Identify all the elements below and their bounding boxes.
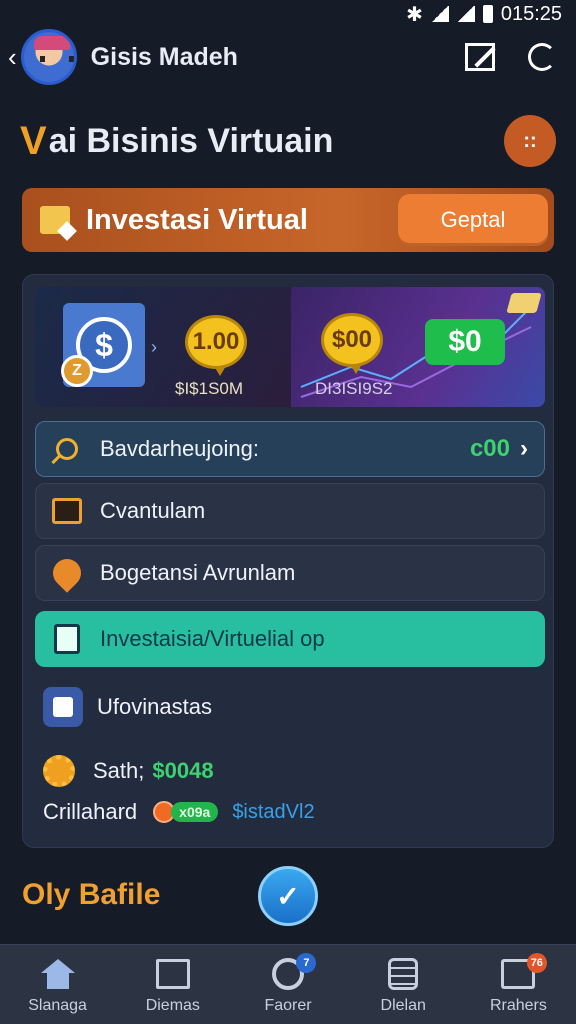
- item-sath[interactable]: Sath; $0048: [43, 755, 214, 787]
- green-amount-badge: $0: [425, 319, 505, 365]
- edit-fab-button[interactable]: ✓: [258, 866, 318, 926]
- hero-left-caption: $I$1S0M: [175, 379, 244, 398]
- mini-badge: x09a: [153, 801, 219, 823]
- back-button[interactable]: ‹: [8, 42, 17, 73]
- hero-left-panel: $ Z › 1.00 $I$1S0M: [35, 287, 291, 407]
- green-pill: x09a: [171, 802, 219, 822]
- item-label: Crillahard: [43, 799, 138, 824]
- section-header: V ai Bisinis Virtuain ::: [20, 112, 556, 170]
- chevron-right-icon: ›: [520, 435, 528, 462]
- nav-item-faorer[interactable]: 7 Faorer: [230, 945, 345, 1024]
- list-item-label: Investaisia/Virtuelial op: [100, 626, 325, 651]
- hero-image: $ Z › 1.00 $I$1S0M $00 $0 DI3ISI9S2: [35, 287, 545, 407]
- item-money: $0048: [152, 758, 214, 783]
- notification-badge: 76: [526, 953, 547, 973]
- flag-icon: [40, 206, 70, 234]
- footer-title: Oly Bafile: [22, 878, 161, 911]
- list-item-label: Bavdarheujoing:: [100, 436, 260, 461]
- investasi-banner[interactable]: Investasi Virtual Geptal: [22, 188, 554, 252]
- nav-label: Dlelan: [380, 996, 426, 1014]
- nav-item-diemas[interactable]: Diemas: [115, 945, 230, 1024]
- mini-coin-icon: Z: [61, 355, 93, 387]
- bluetooth-icon: ✱: [406, 3, 423, 26]
- blue-tag: $istadVl2: [232, 800, 315, 823]
- avatar[interactable]: [20, 29, 77, 85]
- list-item-label: Cvantulam: [100, 498, 206, 523]
- list-item-bavdarheujoing[interactable]: Bavdarheujoing: c00 ›: [35, 421, 545, 477]
- item-label: Sath;: [93, 758, 145, 783]
- nav-label: Diemas: [145, 996, 200, 1014]
- nav-item-dlelan[interactable]: Dlelan: [346, 945, 461, 1024]
- signal-icon: [430, 6, 449, 22]
- section-title: ai Bisinis Virtuain: [48, 121, 334, 160]
- app-bar: ‹ Gisis Madeh: [0, 24, 576, 90]
- document-icon: [54, 624, 80, 654]
- section-title-prefix: V: [20, 118, 47, 163]
- hero-right-caption: DI3ISI9S2: [315, 379, 393, 398]
- nav-item-home[interactable]: Slanaga: [0, 945, 115, 1024]
- battery-icon: [482, 5, 493, 23]
- edit-button[interactable]: [460, 37, 500, 77]
- arrow-icon: ›: [151, 337, 157, 357]
- list-icon: [388, 957, 419, 990]
- list-item-investaisia[interactable]: Investaisia/Virtuelial op: [35, 611, 545, 667]
- nav-label: Slanaga: [28, 996, 87, 1014]
- share-icon: [528, 43, 556, 71]
- list-item-label: Bogetansi Avrunlam: [100, 560, 296, 585]
- search-icon: [56, 438, 78, 460]
- banner-cta-button[interactable]: Geptal: [398, 194, 548, 246]
- main-card: $ Z › 1.00 $I$1S0M $00 $0 DI3ISI9S2 Bavd…: [22, 274, 554, 848]
- menu-button[interactable]: ::: [504, 115, 556, 167]
- home-icon: [40, 958, 75, 989]
- gold-bar-icon: [506, 293, 542, 313]
- edit-icon: [465, 43, 495, 71]
- coin-bubble-left: 1.00: [185, 315, 247, 376]
- nav-label: Rrahers: [489, 996, 547, 1014]
- signal-icon-2: [456, 6, 475, 22]
- bottom-nav: Slanaga Diemas 7 Faorer Dlelan 76 Rraher…: [0, 944, 576, 1024]
- list-item-cvantulam[interactable]: Cvantulam: [35, 483, 545, 539]
- banner-label: Investasi Virtual: [86, 203, 308, 236]
- frame-icon: [52, 498, 82, 524]
- notification-badge: 7: [296, 953, 317, 973]
- item-crillahard[interactable]: Crillahard x09a $istadVl2: [43, 799, 315, 825]
- list-item-bogetansi[interactable]: Bogetansi Avrunlam: [35, 545, 545, 601]
- item-ufovinastas[interactable]: Ufovinastas: [43, 687, 212, 727]
- nav-label: Faorer: [264, 996, 312, 1014]
- grid-icon: [155, 958, 190, 989]
- status-time: 015:25: [500, 2, 562, 25]
- item-label: Ufovinastas: [97, 694, 212, 719]
- hero-right-panel: $00 $0 DI3ISI9S2: [291, 287, 545, 407]
- box-icon: [43, 687, 83, 727]
- app-bar-title: Gisis Madeh: [90, 42, 238, 71]
- nav-item-rrahers[interactable]: 76 Rrahers: [461, 945, 576, 1024]
- pin-icon: [47, 553, 87, 593]
- gear-icon: [43, 755, 75, 787]
- list-item-value: c00: [469, 435, 510, 462]
- share-button[interactable]: [522, 37, 562, 77]
- coin-bubble-right: $00: [321, 313, 383, 374]
